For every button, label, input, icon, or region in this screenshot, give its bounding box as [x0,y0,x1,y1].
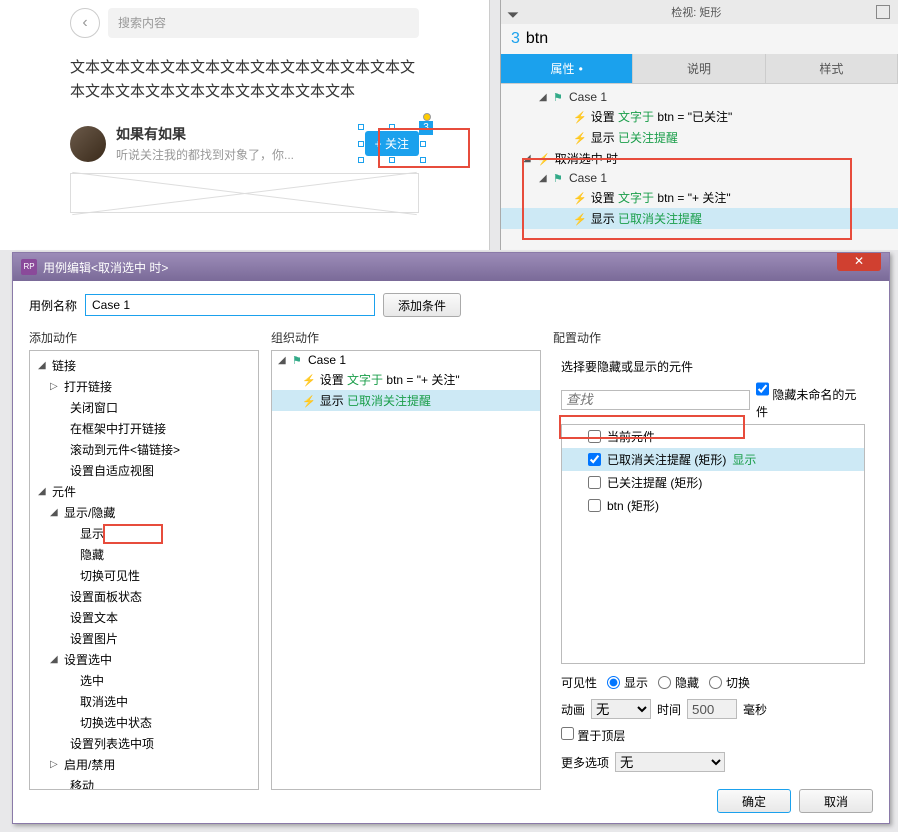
anim-select[interactable]: 无 [591,699,651,719]
add-condition-button[interactable]: 添加条件 [383,293,461,317]
case-name-label: 用例名称 [29,297,77,314]
action-show-hide[interactable]: 显示/隐藏 [64,504,115,521]
footnote-badge: 3 [419,121,433,135]
username: 如果有如果 [116,124,355,144]
image-placeholder [70,173,419,213]
col2-header: 组织动作 [271,329,541,350]
user-desc: 听说关注我的都找到对象了，你... [116,146,355,163]
case-editor-dialog: RP 用例编辑<取消选中 时> ✕ 用例名称 添加条件 添加动作 ◢链接 ▷打开… [12,252,890,824]
case-node[interactable]: Case 1 [308,353,346,367]
case-name-input[interactable] [85,294,375,316]
tree-action[interactable]: 设置 文字于 btn = "已关注" [591,108,733,125]
tab-notes[interactable]: 说明 [633,54,765,83]
radio-show[interactable]: 显示 [607,674,648,691]
action-node-selected[interactable]: 显示 已取消关注提醒 [320,392,431,409]
more-label: 更多选项 [561,754,609,771]
action-toggle-vis[interactable]: 切换可见性 [80,567,140,584]
col1-header: 添加动作 [29,329,259,350]
radio-hide[interactable]: 隐藏 [658,674,699,691]
cancel-button[interactable]: 取消 [799,789,873,813]
action-toggle-sel[interactable]: 切换选中状态 [80,714,152,731]
config-select-label: 选择要隐藏或显示的元件 [561,358,865,375]
tree-action[interactable]: 显示 已关注提醒 [591,129,678,146]
action-enable-disable[interactable]: 启用/禁用 [64,756,115,773]
action-group-links[interactable]: 链接 [52,357,76,374]
widget-row-btn[interactable]: btn (矩形) [562,494,864,517]
action-set-image[interactable]: 设置图片 [70,630,118,647]
time-unit: 毫秒 [743,701,767,718]
tab-properties[interactable]: 属性• [501,54,633,83]
action-open-frame[interactable]: 在框架中打开链接 [70,420,166,437]
time-input [687,699,737,719]
hide-unnamed-checkbox[interactable]: 隐藏未命名的元件 [756,379,865,420]
bring-front-checkbox[interactable]: 置于顶层 [561,727,625,744]
tree-action[interactable]: 显示 已取消关注提醒 [591,210,702,227]
dialog-title-text: 用例编辑<取消选中 时> [43,259,168,276]
tree-case1[interactable]: Case 1 [569,90,607,104]
action-list-sel[interactable]: 设置列表选中项 [70,735,154,752]
action-move[interactable]: 移动 [70,777,94,790]
visibility-label: 可见性 [561,674,597,691]
app-icon: RP [21,259,37,275]
action-selected[interactable]: 选中 [80,672,104,689]
action-panel-state[interactable]: 设置面板状态 [70,588,142,605]
action-show[interactable]: 显示 [80,525,104,542]
close-button[interactable]: ✕ [837,253,881,271]
radio-toggle[interactable]: 切换 [709,674,750,691]
content-text: 文本文本文本文本文本文本文本文本文本文本文本文本文本文本文本文本文本文本文本文本… [0,46,489,114]
search-input[interactable]: 搜索内容 [108,8,419,38]
back-icon[interactable]: ‹ [70,8,100,38]
action-hide[interactable]: 隐藏 [80,546,104,563]
action-node[interactable]: 设置 文字于 btn = "+ 关注" [320,371,460,388]
action-close-window[interactable]: 关闭窗口 [70,399,118,416]
widget-row-current[interactable]: 当前元件 [562,425,864,448]
avatar [70,126,106,162]
follow-button-selected[interactable]: + 关注 3 [365,131,419,156]
tab-style[interactable]: 样式 [766,54,898,83]
action-set-text[interactable]: 设置文本 [70,609,118,626]
action-open-link[interactable]: 打开链接 [64,378,112,395]
tree-event[interactable]: 取消选中 时 [555,150,618,167]
preview-canvas: ‹ 搜索内容 文本文本文本文本文本文本文本文本文本文本文本文本文本文本文本文本文… [0,0,490,250]
col3-header: 配置动作 [553,329,873,350]
dialog-titlebar[interactable]: RP 用例编辑<取消选中 时> ✕ [13,253,889,281]
more-select[interactable]: 无 [615,752,725,772]
tree-case2[interactable]: Case 1 [569,171,607,185]
shape-number: 3 [511,30,520,48]
time-label: 时间 [657,701,681,718]
action-group-widgets[interactable]: 元件 [52,483,76,500]
widget-search-input[interactable] [561,390,750,410]
ok-button[interactable]: 确定 [717,789,791,813]
widget-row-follow-remind[interactable]: 已关注提醒 (矩形) [562,471,864,494]
notes-icon[interactable] [876,5,890,19]
inspector-panel: ◢ 检视: 矩形 3 btn 属性• 说明 样式 ◢Case 1 设置 文字于 … [500,0,898,250]
action-set-selected[interactable]: 设置选中 [64,651,112,668]
tree-action[interactable]: 设置 文字于 btn = "+ 关注" [591,189,731,206]
action-adaptive[interactable]: 设置自适应视图 [70,462,154,479]
anim-label: 动画 [561,701,585,718]
inspector-title: 检视: 矩形 [517,4,876,20]
action-unselected[interactable]: 取消选中 [80,693,128,710]
shape-name[interactable]: btn [526,30,548,48]
action-scroll-to[interactable]: 滚动到元件<锚链接> [70,441,180,458]
widget-row-cancel-follow[interactable]: 已取消关注提醒 (矩形) 显示 [562,448,864,471]
